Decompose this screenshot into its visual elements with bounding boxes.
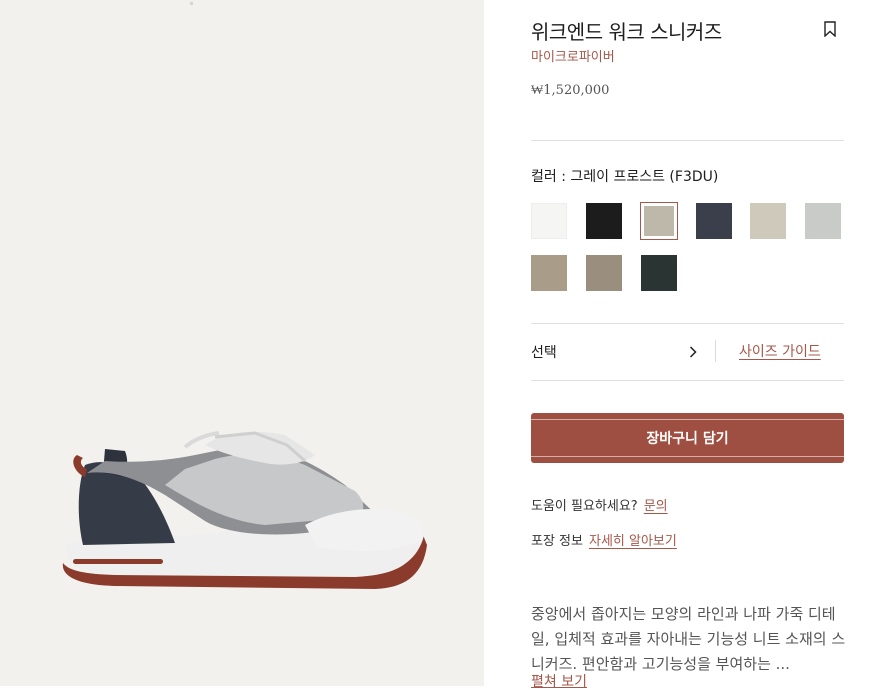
add-to-cart-label: 장바구니 담기 [646,431,729,447]
bookmark-icon[interactable] [824,21,836,37]
divider [531,323,844,324]
color-swatch-light-grey[interactable] [805,203,841,239]
contact-link[interactable]: 문의 [644,499,668,514]
expand-description-link[interactable]: 펼쳐 보기 [531,671,587,691]
size-select-row[interactable]: 선택 사이즈 가이드 [531,336,844,368]
size-select-label[interactable]: 선택 [531,342,557,362]
color-label: 컬러 : 그레이 프로스트 (F3DU) [531,169,719,185]
color-swatch-taupe[interactable] [586,255,622,291]
help-question: 도움이 필요하세요? [531,499,638,514]
product-description: 중앙에서 좁아지는 모양의 라인과 나파 가죽 디테일, 입체적 효과를 자아내… [531,605,846,673]
product-material: 마이크로파이버 [531,50,615,65]
packaging-details-link[interactable]: 자세히 알아보기 [589,534,677,549]
color-swatch-navy[interactable] [696,203,732,239]
packaging-label: 포장 정보 [531,534,583,549]
color-swatch-black[interactable] [586,203,622,239]
divider [531,380,844,381]
image-indicator [190,2,193,5]
swatch-fill [644,206,674,236]
color-swatch-grey-frost[interactable] [640,202,678,240]
size-guide-link[interactable]: 사이즈 가이드 [739,341,821,361]
product-title: 위크엔드 워크 스니커즈 [531,20,722,44]
add-to-cart-button[interactable]: 장바구니 담기 [531,413,844,463]
button-inner-line [531,456,844,457]
color-swatch-white[interactable] [531,203,567,239]
sneaker-image [62,431,427,589]
product-details: 위크엔드 워크 스니커즈 마이크로파이버 ₩1,520,000 컬러 : 그레이… [484,0,877,690]
vertical-separator [715,340,716,362]
chevron-right-icon[interactable] [689,346,697,358]
color-swatch-brown-beige[interactable] [531,255,567,291]
button-inner-line [531,419,844,420]
product-image-pane [0,0,484,686]
color-swatch-dark-green[interactable] [641,255,677,291]
packaging-line: 포장 정보 자세히 알아보기 [531,530,677,549]
divider [531,140,844,141]
product-price: ₩1,520,000 [531,83,610,98]
help-line: 도움이 필요하세요? 문의 [531,495,668,514]
color-swatch-beige[interactable] [750,203,786,239]
